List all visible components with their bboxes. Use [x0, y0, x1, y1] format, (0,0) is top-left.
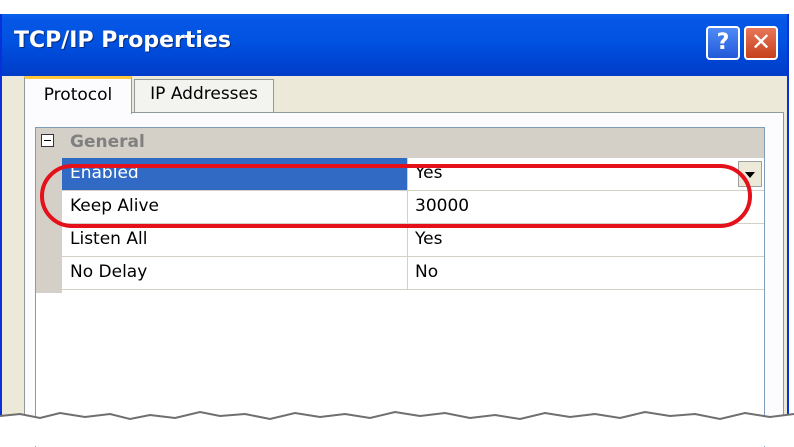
- close-button[interactable]: ✕: [744, 26, 778, 60]
- property-row-listen-all[interactable]: Listen All Yes: [62, 224, 764, 257]
- property-name: No Delay: [62, 257, 408, 289]
- property-value[interactable]: Yes: [409, 158, 764, 190]
- tab-protocol[interactable]: Protocol: [24, 76, 132, 114]
- help-button[interactable]: ?: [706, 26, 740, 60]
- property-value[interactable]: 30000: [409, 191, 764, 223]
- property-name: Keep Alive: [62, 191, 408, 223]
- property-value-text: Yes: [415, 163, 443, 183]
- window-title: TCP/IP Properties: [14, 28, 231, 53]
- tab-ip-addresses[interactable]: IP Addresses: [134, 79, 274, 112]
- property-row-keep-alive[interactable]: Keep Alive 30000: [62, 191, 764, 224]
- title-bar[interactable]: TCP/IP Properties ? ✕: [2, 14, 787, 76]
- category-row-general[interactable]: General: [36, 128, 764, 158]
- property-name: Listen All: [62, 224, 408, 256]
- help-icon: ?: [716, 30, 730, 55]
- property-row-no-delay[interactable]: No Delay No: [62, 257, 764, 290]
- torn-edge: [0, 410, 794, 446]
- collapse-icon[interactable]: [41, 134, 54, 147]
- category-label: General: [70, 132, 145, 152]
- property-name: Enabled: [62, 158, 408, 190]
- property-row-enabled[interactable]: Enabled Yes: [62, 158, 764, 191]
- property-value[interactable]: No: [409, 257, 764, 289]
- close-icon: ✕: [750, 28, 772, 56]
- property-value[interactable]: Yes: [409, 224, 764, 256]
- chevron-down-icon[interactable]: [738, 161, 762, 187]
